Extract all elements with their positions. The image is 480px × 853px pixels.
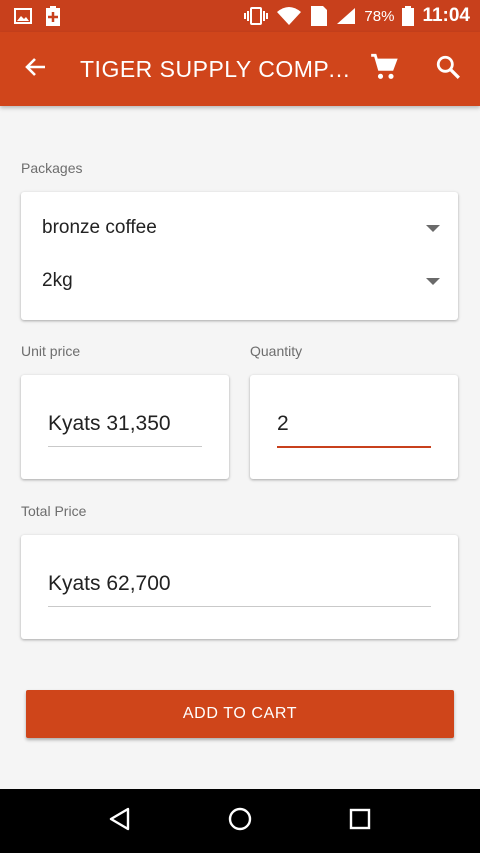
product-select[interactable]: bronze coffee xyxy=(21,201,458,255)
total-price-card: Kyats 62,700 xyxy=(21,535,458,639)
triangle-back-icon xyxy=(107,806,133,837)
add-to-cart-button[interactable]: ADD TO CART xyxy=(26,690,454,738)
cart-icon xyxy=(370,53,398,86)
page-title: TIGER SUPPLY COMPANY xyxy=(80,55,352,82)
size-select-value: 2kg xyxy=(42,270,73,291)
vibrate-icon xyxy=(244,7,269,25)
square-recents-icon xyxy=(348,807,372,836)
battery-plus-icon xyxy=(46,6,60,26)
search-icon xyxy=(435,54,461,85)
size-select[interactable]: 2kg xyxy=(21,254,458,308)
chevron-down-icon xyxy=(426,224,440,232)
search-button[interactable] xyxy=(416,32,480,106)
clock: 11:04 xyxy=(422,5,470,26)
quantity-input[interactable]: 2 xyxy=(277,412,431,448)
sim-icon xyxy=(310,5,328,27)
wifi-icon xyxy=(276,6,302,26)
total-price-label: Total Price xyxy=(21,503,87,519)
unit-price-label: Unit price xyxy=(21,343,81,359)
unit-price-field: Kyats 31,350 xyxy=(48,412,202,447)
nav-recents-button[interactable] xyxy=(330,791,390,851)
product-select-value: bronze coffee xyxy=(42,217,157,238)
back-button[interactable] xyxy=(0,32,72,106)
system-nav-bar xyxy=(0,789,480,853)
circle-home-icon xyxy=(227,806,253,837)
unit-price-card: Kyats 31,350 xyxy=(21,375,229,479)
total-price-field: Kyats 62,700 xyxy=(48,572,431,607)
nav-home-button[interactable] xyxy=(210,791,270,851)
nav-back-button[interactable] xyxy=(90,791,150,851)
quantity-card: 2 xyxy=(250,375,458,479)
arrow-left-icon xyxy=(24,55,48,84)
app-bar: TIGER SUPPLY COMPANY xyxy=(0,32,480,106)
status-bar: 78% 11:04 xyxy=(0,0,480,32)
battery-icon xyxy=(402,6,415,26)
status-left xyxy=(14,6,60,26)
packages-label: Packages xyxy=(21,160,83,176)
image-icon xyxy=(14,8,32,24)
status-right: 78% 11:04 xyxy=(244,5,470,27)
battery-percent: 78% xyxy=(364,7,395,25)
chevron-down-icon xyxy=(426,277,440,285)
quantity-label: Quantity xyxy=(250,343,303,359)
signal-icon xyxy=(336,7,356,25)
packages-card: bronze coffee 2kg xyxy=(21,192,458,320)
cart-button[interactable] xyxy=(352,32,416,106)
